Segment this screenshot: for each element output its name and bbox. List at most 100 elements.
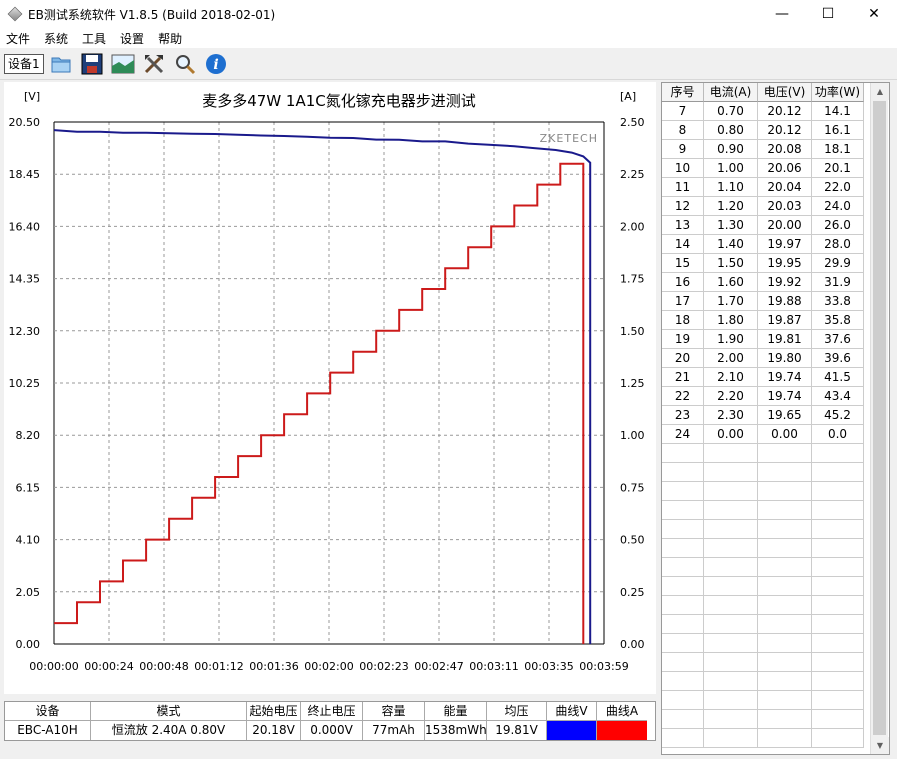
cell-voltage	[758, 558, 812, 577]
curve-a-color-swatch[interactable]	[597, 721, 647, 740]
table-row[interactable]	[662, 634, 889, 653]
table-row[interactable]: 19 1.90 19.81 37.6	[662, 330, 889, 349]
left-tick-label: 2.05	[16, 586, 41, 599]
left-tick-label: 10.25	[9, 377, 41, 390]
table-row[interactable]: 24 0.00 0.00 0.0	[662, 425, 889, 444]
cell-voltage	[758, 691, 812, 710]
menu-settings[interactable]: 设置	[120, 30, 144, 47]
table-row[interactable]: 23 2.30 19.65 45.2	[662, 406, 889, 425]
chart-image-icon[interactable]	[110, 51, 136, 77]
table-row[interactable]: 15 1.50 19.95 29.9	[662, 254, 889, 273]
menu-system[interactable]: 系统	[44, 30, 68, 47]
table-row[interactable]	[662, 596, 889, 615]
table-row[interactable]: 16 1.60 19.92 31.9	[662, 273, 889, 292]
summary-header: 设备 模式 起始电压 终止电压 容量 能量 均压 曲线V 曲线A	[5, 702, 655, 721]
x-tick-label: 00:03:59	[579, 660, 628, 673]
header-index[interactable]: 序号	[662, 83, 704, 102]
minimize-button[interactable]: —	[759, 0, 805, 28]
left-tick-label: 16.40	[9, 220, 41, 233]
cell-power: 31.9	[812, 273, 864, 292]
cell-index: 12	[662, 197, 704, 216]
table-scrollbar[interactable]: ▲ ▼	[870, 83, 889, 754]
data-table: 序号 电流(A) 电压(V) 功率(W) 7 0.70 20.12 14.1 8 0.80…	[661, 82, 890, 755]
summary-end-voltage: 0.000V	[301, 721, 363, 740]
table-row[interactable]	[662, 501, 889, 520]
cell-voltage: 19.74	[758, 387, 812, 406]
cell-voltage	[758, 577, 812, 596]
curve-v-color-swatch[interactable]	[547, 721, 597, 740]
header-power[interactable]: 功率(W)	[812, 83, 864, 102]
cell-current: 1.30	[704, 216, 758, 235]
x-tick-label: 00:03:35	[524, 660, 573, 673]
tools-icon[interactable]	[141, 51, 167, 77]
left-tick-label: 12.30	[9, 325, 41, 338]
info-icon[interactable]: i	[203, 51, 229, 77]
cell-voltage	[758, 672, 812, 691]
scroll-thumb[interactable]	[873, 101, 886, 735]
table-row[interactable]	[662, 482, 889, 501]
table-row[interactable]: 14 1.40 19.97 28.0	[662, 235, 889, 254]
summary-header-mode: 模式	[91, 702, 247, 721]
scroll-down-icon[interactable]: ▼	[871, 737, 889, 754]
cell-voltage: 20.06	[758, 159, 812, 178]
table-row[interactable]	[662, 710, 889, 729]
menu-help[interactable]: 帮助	[158, 30, 182, 47]
table-row[interactable]	[662, 577, 889, 596]
app-icon	[7, 6, 23, 22]
table-row[interactable]: 21 2.10 19.74 41.5	[662, 368, 889, 387]
cell-voltage: 19.80	[758, 349, 812, 368]
table-row[interactable]: 10 1.00 20.06 20.1	[662, 159, 889, 178]
window-controls: — ☐ ✕	[759, 0, 897, 28]
device-tab[interactable]: 设备1	[4, 53, 44, 74]
table-row[interactable]: 17 1.70 19.88 33.8	[662, 292, 889, 311]
cell-current	[704, 710, 758, 729]
table-row[interactable]	[662, 691, 889, 710]
table-row[interactable]: 12 1.20 20.03 24.0	[662, 197, 889, 216]
header-current[interactable]: 电流(A)	[704, 83, 758, 102]
cell-index: 22	[662, 387, 704, 406]
maximize-button[interactable]: ☐	[805, 0, 851, 28]
table-row[interactable]	[662, 615, 889, 634]
close-button[interactable]: ✕	[851, 0, 897, 28]
table-row[interactable]	[662, 539, 889, 558]
table-row[interactable]: 11 1.10 20.04 22.0	[662, 178, 889, 197]
table-row[interactable]	[662, 520, 889, 539]
scroll-up-icon[interactable]: ▲	[871, 83, 889, 100]
table-row[interactable]: 8 0.80 20.12 16.1	[662, 121, 889, 140]
menu-tools[interactable]: 工具	[82, 30, 106, 47]
table-row[interactable]: 22 2.20 19.74 43.4	[662, 387, 889, 406]
menu-file[interactable]: 文件	[6, 30, 30, 47]
cell-voltage	[758, 520, 812, 539]
table-row[interactable]	[662, 653, 889, 672]
table-row[interactable]: 18 1.80 19.87 35.8	[662, 311, 889, 330]
table-row[interactable]	[662, 463, 889, 482]
cell-current	[704, 482, 758, 501]
cell-index: 9	[662, 140, 704, 159]
cell-voltage	[758, 501, 812, 520]
table-row[interactable]	[662, 444, 889, 463]
cell-current	[704, 691, 758, 710]
cell-current	[704, 539, 758, 558]
table-row[interactable]	[662, 558, 889, 577]
table-row[interactable]	[662, 672, 889, 691]
table-row[interactable]: 9 0.90 20.08 18.1	[662, 140, 889, 159]
table-row[interactable]: 20 2.00 19.80 39.6	[662, 349, 889, 368]
title-bar: EB测试系统软件 V1.8.5 (Build 2018-02-01) — ☐ ✕	[0, 0, 897, 28]
table-row[interactable]: 13 1.30 20.00 26.0	[662, 216, 889, 235]
summary-header-end-voltage: 终止电压	[301, 702, 363, 721]
save-icon[interactable]	[79, 51, 105, 77]
x-tick-label: 00:00:00	[29, 660, 78, 673]
table-row[interactable]	[662, 729, 889, 748]
x-tick-label: 00:00:48	[139, 660, 188, 673]
right-tick-label: 1.25	[620, 377, 645, 390]
search-icon[interactable]	[172, 51, 198, 77]
header-voltage[interactable]: 电压(V)	[758, 83, 812, 102]
cell-power	[812, 558, 864, 577]
cell-index: 11	[662, 178, 704, 197]
folder-icon[interactable]	[48, 51, 74, 77]
cell-index	[662, 691, 704, 710]
table-row[interactable]: 7 0.70 20.12 14.1	[662, 102, 889, 121]
cell-index	[662, 672, 704, 691]
cell-voltage	[758, 463, 812, 482]
cell-index: 20	[662, 349, 704, 368]
